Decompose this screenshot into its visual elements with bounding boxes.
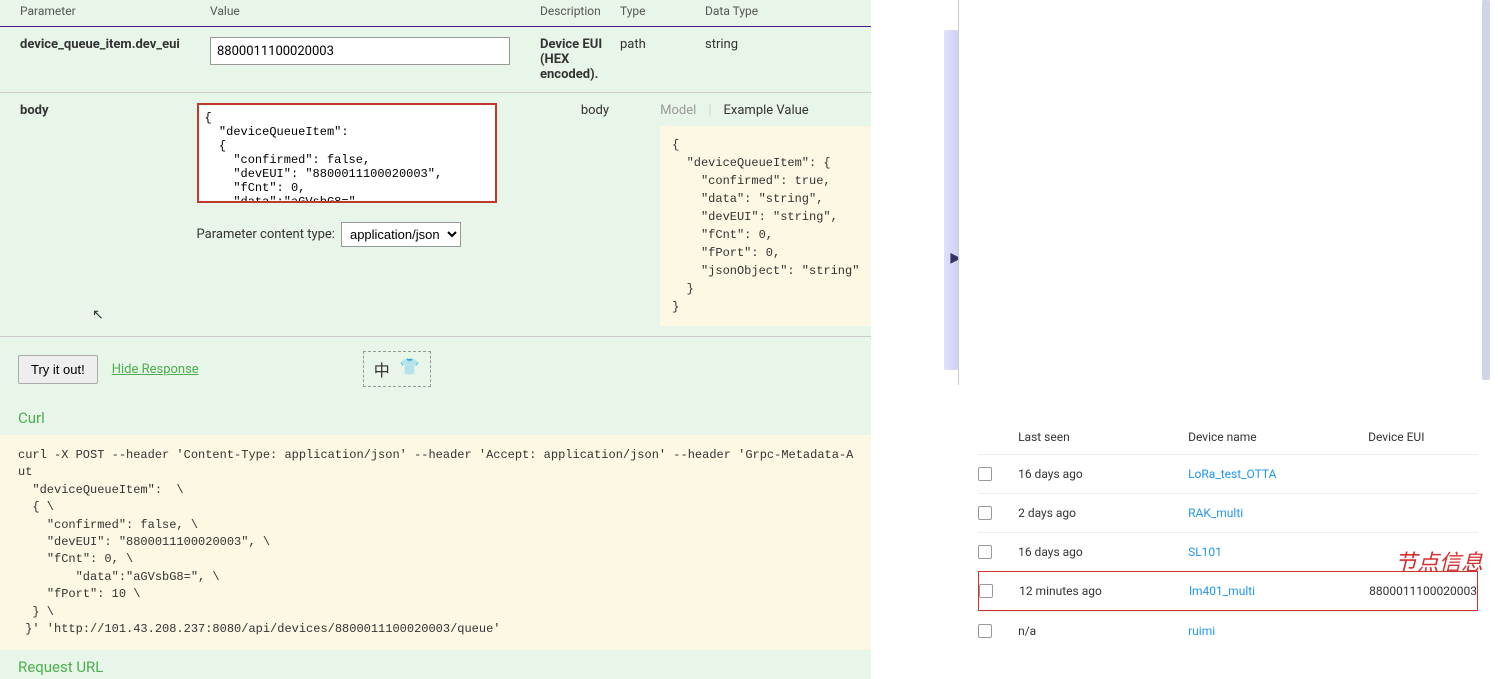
device-row: 16 days ago LoRa_test_OTTA xyxy=(978,454,1478,493)
body-textarea[interactable] xyxy=(197,103,497,203)
scroll-indicator[interactable] xyxy=(944,30,958,370)
device-name-link[interactable]: RAK_multi xyxy=(1188,506,1243,520)
curl-code-block: curl -X POST --header 'Content-Type: app… xyxy=(0,435,871,650)
param-type: path xyxy=(620,37,700,82)
try-it-out-button[interactable]: Try it out! xyxy=(18,355,98,384)
header-device-name: Device name xyxy=(1188,430,1368,444)
header-last-seen: Last seen xyxy=(1018,430,1188,444)
device-list-panel: Last seen Device name Device EUI 16 days… xyxy=(958,0,1498,679)
model-example-tabs: Model | Example Value xyxy=(660,103,871,118)
row-checkbox[interactable] xyxy=(978,506,992,520)
device-name-link[interactable]: SL101 xyxy=(1188,545,1222,559)
param-type: body xyxy=(581,103,655,118)
chinese-char-icon[interactable]: 中 xyxy=(374,357,390,381)
last-seen-cell: 16 days ago xyxy=(1018,467,1188,481)
cursor-icon: ↖ xyxy=(92,307,104,323)
dev-eui-input[interactable] xyxy=(210,37,510,65)
device-table-header: Last seen Device name Device EUI xyxy=(978,420,1478,454)
device-eui-cell: 8800011100020003 xyxy=(1369,584,1477,598)
device-row: 2 days ago RAK_multi xyxy=(978,493,1478,532)
curl-section-title: Curl xyxy=(0,401,871,435)
header-parameter: Parameter xyxy=(0,4,210,18)
action-row: Try it out! Hide Response 中 👕 xyxy=(0,337,871,401)
device-name-link[interactable]: LoRa_test_OTTA xyxy=(1188,467,1276,481)
param-description: Device EUI (HEX encoded). xyxy=(530,37,620,82)
row-checkbox[interactable] xyxy=(978,467,992,481)
swagger-panel: Parameter Value Description Type Data Ty… xyxy=(0,0,871,679)
middle-divider: ▶ xyxy=(871,0,958,679)
param-name: body xyxy=(0,103,197,118)
right-scrollbar[interactable] xyxy=(1482,0,1490,380)
shirt-icon[interactable]: 👕 xyxy=(400,357,420,381)
chinese-annotation: 节点信息 xyxy=(1395,545,1483,577)
device-name-link[interactable]: lm401_multi xyxy=(1189,584,1255,598)
params-table-header: Parameter Value Description Type Data Ty… xyxy=(0,0,871,27)
device-row: n/a ruimi xyxy=(978,611,1478,650)
param-datatype: string xyxy=(700,37,871,82)
example-value-block[interactable]: { "deviceQueueItem": { "confirmed": true… xyxy=(660,126,871,326)
right-top-area xyxy=(958,0,1498,385)
last-seen-cell: 2 days ago xyxy=(1018,506,1188,520)
param-name: device_queue_item.dev_eui xyxy=(0,37,210,82)
param-row-body: body Parameter content type: application… xyxy=(0,93,871,337)
content-type-label: Parameter content type: xyxy=(197,227,335,242)
header-device-eui: Device EUI xyxy=(1368,430,1478,444)
example-value-tab[interactable]: Example Value xyxy=(724,103,809,118)
params-table: Parameter Value Description Type Data Ty… xyxy=(0,0,871,337)
last-seen-cell: n/a xyxy=(1018,624,1188,638)
request-url-title: Request URL xyxy=(0,650,871,679)
language-widget[interactable]: 中 👕 xyxy=(363,351,431,387)
row-checkbox[interactable] xyxy=(979,584,993,598)
device-name-link[interactable]: ruimi xyxy=(1188,624,1215,638)
header-type: Type xyxy=(620,4,700,18)
content-type-select[interactable]: application/json xyxy=(341,222,461,247)
last-seen-cell: 16 days ago xyxy=(1018,545,1188,559)
model-tab[interactable]: Model xyxy=(660,103,696,118)
param-row-dev-eui: device_queue_item.dev_eui Device EUI (HE… xyxy=(0,27,871,93)
device-table: Last seen Device name Device EUI 16 days… xyxy=(958,385,1498,650)
header-description: Description xyxy=(530,4,620,18)
row-checkbox[interactable] xyxy=(978,545,992,559)
header-datatype: Data Type xyxy=(700,4,871,18)
header-value: Value xyxy=(210,4,530,18)
hide-response-link[interactable]: Hide Response xyxy=(112,362,199,377)
last-seen-cell: 12 minutes ago xyxy=(1019,584,1189,598)
device-row-highlighted: 12 minutes ago lm401_multi 8800011100020… xyxy=(978,571,1478,611)
row-checkbox[interactable] xyxy=(978,624,992,638)
